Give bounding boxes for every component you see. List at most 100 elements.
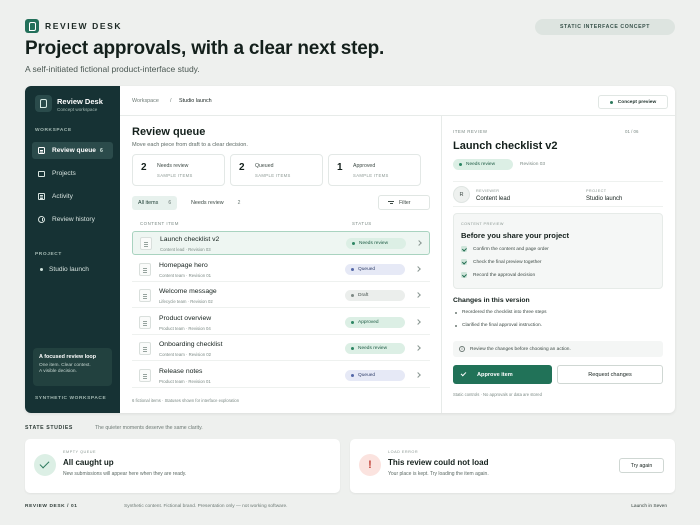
static-controls-note: Static controls · No approvals or data a…: [453, 392, 542, 397]
error-body: Your place is kept. Try loading the item…: [388, 471, 489, 477]
history-icon: [38, 216, 45, 223]
table-row[interactable]: Welcome message Lifecycle team · Revisio…: [132, 284, 430, 308]
detail-title: Launch checklist v2: [453, 140, 558, 152]
sidebar-item-studio-launch[interactable]: Studio launch: [32, 261, 113, 278]
stat-number: 2: [239, 162, 245, 173]
chevron-right-icon: [416, 240, 422, 246]
workspace-section-label: WORKSPACE: [35, 128, 72, 133]
breadcrumb-workspace[interactable]: Workspace: [132, 98, 159, 104]
check-icon: [460, 370, 467, 377]
breadcrumb-separator: /: [170, 98, 172, 104]
row-meta: Content team · Revision 01: [159, 273, 212, 278]
check-circle-icon: [34, 454, 56, 476]
status-badge: Queued: [345, 264, 405, 275]
stat-label: Queued: [255, 163, 274, 169]
filter-icon: [388, 200, 394, 205]
approve-item-button[interactable]: Approve item: [453, 365, 552, 384]
note-text: Review the changes before choosing an ac…: [470, 346, 571, 352]
concept-preview-button[interactable]: Concept preview: [598, 95, 668, 109]
sidebar-item-label: Activity: [52, 193, 73, 200]
table-row[interactable]: Launch checklist v2 Content lead · Revis…: [132, 231, 430, 255]
error-icon: !: [359, 454, 381, 476]
column-header-status: STATUS: [352, 221, 372, 226]
project-section-label: PROJECT: [35, 252, 62, 257]
sidebar-item-activity[interactable]: Activity: [32, 188, 113, 205]
tab-needs-review[interactable]: Needs review 2: [185, 196, 246, 210]
queue-subtitle: Move each piece from draft to a clear de…: [132, 142, 248, 148]
approve-label: Approve item: [477, 371, 513, 378]
document-icon: [139, 316, 151, 329]
change-item: Reordered the checklist into three steps: [455, 310, 547, 315]
row-meta: Lifecycle team · Revision 02: [159, 299, 213, 304]
table-row[interactable]: Release notes Product team · Revision 01…: [132, 364, 430, 388]
checkbox-checked-icon: [461, 259, 467, 265]
checklist-item: Confirm the content and page order: [461, 246, 549, 252]
queue-footer: 6 fictional items · Statuses shown for i…: [132, 398, 240, 403]
stat-caption: SAMPLE ITEMS: [157, 173, 193, 178]
status-badge: Needs review: [453, 159, 513, 170]
checklist-text: Check the final preview together: [473, 259, 542, 265]
sidebar-item-projects[interactable]: Projects: [32, 165, 113, 182]
stat-number: 2: [141, 162, 147, 173]
table-row[interactable]: Onboarding checklist Content team · Revi…: [132, 337, 430, 361]
review-loop-card: A focused review loop One item. Clear co…: [33, 348, 112, 386]
checklist-text: Record the approval decision: [473, 272, 536, 278]
sidebar-item-review-history[interactable]: Review history: [32, 211, 113, 228]
checkbox-checked-icon: [461, 246, 467, 252]
stat-caption: SAMPLE ITEMS: [255, 173, 291, 178]
request-changes-button[interactable]: Request changes: [557, 365, 663, 384]
topbar: Workspace / Studio launch Concept previe…: [120, 86, 675, 116]
breadcrumb-current: Studio launch: [179, 98, 212, 104]
chevron-right-icon: [415, 345, 421, 351]
filter-label: Filter: [399, 199, 411, 206]
queue-icon: [38, 147, 45, 154]
chevron-right-icon: [415, 266, 421, 272]
checklist-text: Confirm the content and page order: [473, 246, 549, 252]
empty-title: All caught up: [63, 458, 114, 467]
tab-all-items[interactable]: All items 6: [132, 196, 178, 210]
stat-approved: 1 Approved SAMPLE ITEMS: [328, 154, 421, 186]
status-badge: Queued: [345, 370, 405, 381]
info-icon: i: [459, 346, 465, 352]
reviewer-value: Content lead: [476, 196, 511, 202]
tab-label: Needs review: [191, 200, 224, 206]
empty-caption: EMPTY QUEUE: [63, 450, 97, 454]
change-item: Clarified the final approval instruction…: [455, 323, 542, 328]
sidebar-item-label: Studio launch: [49, 266, 89, 273]
row-meta: Content team · Revision 02: [159, 352, 212, 357]
chevron-right-icon: [415, 292, 421, 298]
state-studies-subtitle: The quieter moments deserve the same cla…: [95, 425, 203, 431]
checklist-item: Check the final preview together: [461, 259, 542, 265]
sidebar: Review Desk Concept workspace WORKSPACE …: [25, 86, 120, 413]
stat-caption: SAMPLE ITEMS: [353, 173, 389, 178]
checklist-item: Record the approval decision: [461, 272, 535, 278]
error-caption: LOAD ERROR: [388, 450, 419, 454]
preview-title: Before you share your project: [461, 231, 570, 240]
loop-title: A focused review loop: [39, 354, 97, 360]
table-row[interactable]: Product overview Product team · Revision…: [132, 311, 430, 335]
chevron-right-icon: [415, 319, 421, 325]
row-title: Homepage hero: [159, 262, 208, 269]
loop-line: A visible decision.: [39, 369, 77, 375]
project-dot-icon: [40, 268, 43, 271]
row-title: Onboarding checklist: [159, 341, 223, 348]
status-badge: Approved: [345, 317, 405, 328]
sidebar-item-label: Projects: [52, 170, 76, 177]
filter-button[interactable]: Filter: [378, 195, 430, 210]
changes-title: Changes in this version: [453, 297, 530, 304]
row-meta: Content lead · Revision 03: [160, 247, 211, 252]
error-title: This review could not load: [388, 458, 489, 467]
stat-label: Needs review: [157, 163, 189, 169]
review-note: i Review the changes before choosing an …: [453, 341, 663, 357]
item-pager: 01 / 06: [625, 129, 639, 134]
stat-queued: 2 Queued SAMPLE ITEMS: [230, 154, 323, 186]
avatar: R: [453, 186, 470, 203]
content-preview-card: CONTENT PREVIEW Before you share your pr…: [453, 213, 663, 289]
folder-icon: [38, 170, 45, 177]
try-again-button[interactable]: Try again: [619, 458, 664, 473]
document-icon: [139, 369, 151, 382]
footer-disclaimer: Synthetic content. Fictional brand. Pres…: [124, 504, 288, 509]
page-subtitle: A self-initiated fictional product-inter…: [25, 64, 200, 74]
table-row[interactable]: Homepage hero Content team · Revision 01…: [132, 258, 430, 282]
sidebar-item-review-queue[interactable]: Review queue 6: [32, 142, 113, 159]
